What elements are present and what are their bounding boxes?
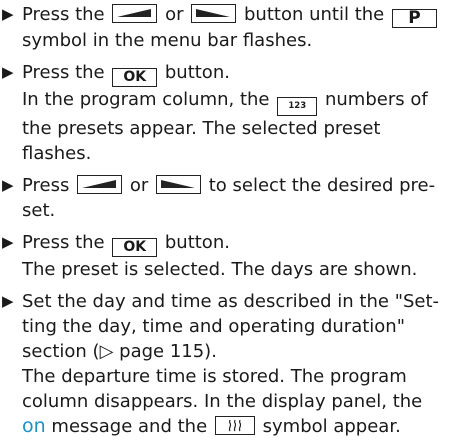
- step-5-line-1: Set the day and time as described in the…: [22, 291, 440, 312]
- step-text: symbol appear.: [262, 416, 401, 437]
- step-2-line-4: flashes.: [22, 143, 92, 164]
- step-text: button until the: [244, 4, 385, 25]
- left-arrow-key-icon: [112, 4, 158, 23]
- step-4-line-1: Press the OK button.: [22, 230, 461, 257]
- p-symbol-key: P: [391, 9, 437, 28]
- step-text: message and the: [51, 416, 208, 437]
- step-text: In the program column, the: [22, 89, 270, 110]
- step-2-line-2: In the program column, the 123 numbers o…: [22, 87, 461, 116]
- step-text: Press the: [22, 232, 105, 253]
- ok-key: OK: [112, 68, 158, 87]
- bullet-icon: ▶: [2, 5, 14, 23]
- step-5-line-2: ting the day, time and operating duratio…: [22, 316, 405, 337]
- right-arrow-key-icon: [191, 4, 237, 23]
- step-5-line-4: The departure time is stored. The progra…: [22, 366, 407, 387]
- step-2: ▶ Press the OK button. In the program co…: [0, 60, 465, 166]
- bullet-icon: ▶: [2, 233, 14, 251]
- on-message: on: [22, 415, 46, 437]
- step-text: or: [129, 175, 149, 196]
- step-text: or: [165, 4, 184, 25]
- step-3: ▶ Press or to select the desired pre- se…: [0, 173, 465, 223]
- right-arrow-key-icon: [156, 175, 201, 194]
- bullet-icon: ▶: [2, 292, 14, 310]
- bullet-icon: ▶: [2, 63, 14, 81]
- heater-symbol-icon: [214, 416, 255, 435]
- left-arrow-key-icon: [77, 175, 123, 194]
- step-2-line-3: the presets appear. The selected preset: [22, 118, 381, 139]
- step-5: ▶ Set the day and time as described in t…: [0, 289, 465, 439]
- step-1-line-1: Press the or button until the P: [22, 2, 461, 28]
- step-2-line-1: Press the OK button.: [22, 60, 461, 87]
- step-text: button.: [164, 62, 230, 83]
- preset-numbers-key: 123: [277, 97, 318, 116]
- ok-key: OK: [112, 238, 158, 257]
- step-3-line-2: set.: [22, 200, 56, 221]
- bullet-icon: ▶: [2, 176, 14, 194]
- step-text: button.: [164, 232, 230, 253]
- step-text: Press: [22, 175, 70, 196]
- step-text: Press the: [22, 62, 105, 83]
- step-1-line-2: symbol in the menu bar flashes.: [22, 30, 313, 51]
- step-3-line-1: Press or to select the desired pre-: [22, 173, 461, 198]
- step-1: ▶ Press the or button until the P symbol…: [0, 2, 465, 53]
- step-text: numbers of: [324, 89, 428, 110]
- step-5-line-3: section (▷ page 115).: [22, 341, 217, 362]
- step-text: Press the: [22, 4, 105, 25]
- step-5-line-5: column disappears. In the display panel,…: [22, 391, 423, 412]
- step-text: to select the desired pre-: [208, 175, 436, 196]
- instruction-page: ▶ Press the or button until the P symbol…: [0, 0, 465, 437]
- step-4-line-2: The preset is selected. The days are sho…: [22, 259, 418, 280]
- step-4: ▶ Press the OK button. The preset is sel…: [0, 230, 465, 282]
- step-5-line-6: on message and the symbol appear.: [22, 414, 461, 439]
